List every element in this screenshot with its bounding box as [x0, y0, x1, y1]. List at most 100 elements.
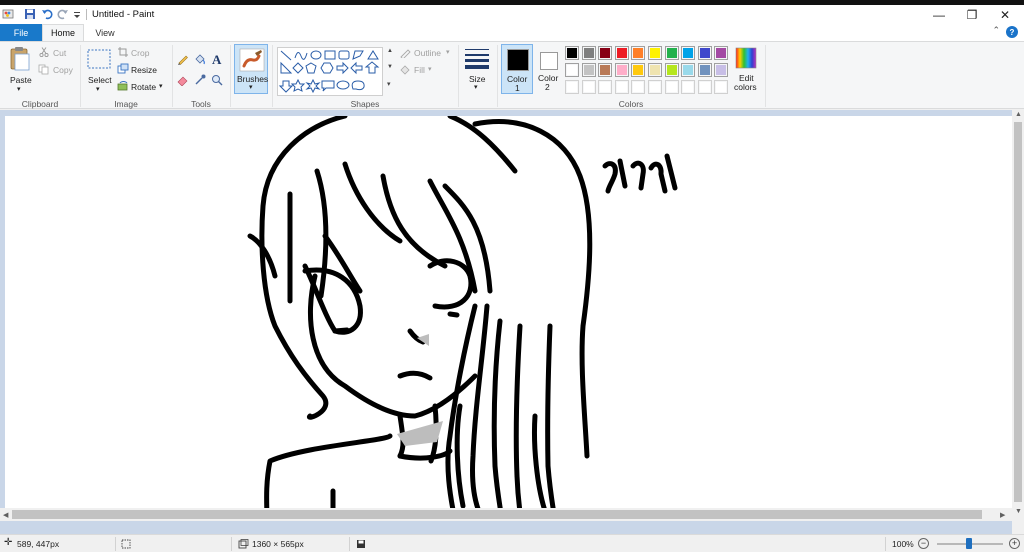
palette-color-swatch[interactable]: [614, 46, 629, 60]
tab-home[interactable]: Home: [42, 24, 84, 41]
select-dropdown-icon[interactable]: ▾: [96, 85, 100, 93]
palette-color-swatch[interactable]: [598, 46, 613, 60]
palette-color-swatch[interactable]: [565, 46, 579, 60]
pencil-icon[interactable]: [177, 53, 189, 65]
eraser-icon[interactable]: [177, 74, 189, 86]
scroll-right-arrow-icon[interactable]: ▶: [1000, 511, 1005, 519]
fill-button[interactable]: Fill: [414, 65, 425, 75]
brushes-button[interactable]: Brushes ▾: [234, 44, 268, 94]
palette-color-swatch[interactable]: [714, 46, 729, 60]
color-picker-icon[interactable]: [194, 74, 206, 86]
vertical-scrollbar[interactable]: ▲ ▼: [1012, 110, 1024, 534]
shapes-more-icon[interactable]: ▾: [387, 80, 391, 88]
palette-color-swatch[interactable]: [614, 63, 629, 77]
resize-button[interactable]: Resize: [131, 65, 157, 75]
vertical-scroll-thumb[interactable]: [1014, 122, 1022, 502]
color-spectrum-icon: [735, 47, 757, 69]
close-button[interactable]: ✕: [988, 5, 1022, 24]
palette-color-swatch[interactable]: [714, 63, 729, 77]
palette-color-swatch[interactable]: [648, 63, 662, 77]
redo-icon[interactable]: [57, 8, 69, 20]
palette-color-swatch[interactable]: [697, 63, 712, 77]
select-icon[interactable]: [87, 49, 111, 69]
color2-number: 2: [545, 82, 550, 92]
zoom-slider-thumb[interactable]: [966, 538, 972, 549]
fill-dropdown-icon[interactable]: ▾: [428, 65, 432, 73]
zoom-out-button[interactable]: −: [918, 538, 929, 549]
custom-color-slot[interactable]: [614, 80, 629, 94]
shapes-gallery[interactable]: [277, 47, 383, 96]
paste-dropdown-icon[interactable]: ▾: [17, 85, 21, 93]
palette-color-swatch[interactable]: [598, 63, 613, 77]
swatch-fill: [616, 65, 627, 75]
swatch-fill: [666, 48, 677, 58]
crop-button[interactable]: Crop: [131, 48, 149, 58]
swatch-fill: [650, 65, 660, 75]
paste-button[interactable]: Paste: [10, 75, 32, 85]
shapes-scroll-down-icon[interactable]: ▼: [387, 64, 393, 70]
palette-color-swatch[interactable]: [664, 63, 679, 77]
drawing-canvas[interactable]: [5, 116, 1012, 520]
shapes-scroll-up-icon[interactable]: ▲: [387, 48, 393, 54]
rotate-dropdown-icon[interactable]: ▾: [159, 82, 163, 90]
undo-icon[interactable]: [41, 8, 53, 20]
text-tool-icon[interactable]: A: [212, 52, 221, 68]
custom-color-slot[interactable]: [664, 80, 679, 94]
palette-color-swatch[interactable]: [631, 63, 646, 77]
swatch-fill: [716, 82, 727, 92]
custom-color-slot[interactable]: [648, 80, 662, 94]
image-group-label: Image: [114, 99, 138, 109]
copy-button[interactable]: Copy: [53, 65, 73, 75]
tab-file[interactable]: File: [0, 24, 42, 41]
brush-icon: [239, 48, 265, 72]
fill-bucket-icon[interactable]: [194, 53, 206, 65]
zoom-in-button[interactable]: +: [1009, 538, 1020, 549]
color1-number: 1: [515, 83, 520, 93]
palette-color-swatch[interactable]: [697, 46, 712, 60]
swatch-fill: [683, 65, 694, 75]
cut-button[interactable]: Cut: [53, 48, 66, 58]
edit-colors-button[interactable]: Edit colors: [731, 44, 761, 94]
collapse-ribbon-icon[interactable]: ⌃: [992, 25, 1000, 36]
color2-button[interactable]: Color 2: [535, 44, 563, 94]
custom-color-slot[interactable]: [565, 80, 579, 94]
custom-color-slot[interactable]: [714, 80, 729, 94]
maximize-button[interactable]: ❐: [955, 5, 989, 24]
scroll-down-arrow-icon[interactable]: ▼: [1015, 508, 1022, 515]
rotate-button[interactable]: Rotate: [131, 82, 156, 92]
outline-button[interactable]: Outline: [414, 48, 441, 58]
palette-color-swatch[interactable]: [565, 63, 579, 77]
magnifier-icon[interactable]: [211, 74, 223, 86]
custom-color-slot[interactable]: [681, 80, 696, 94]
save-icon[interactable]: [24, 8, 36, 20]
size-button[interactable]: Size ▾: [462, 46, 492, 94]
custom-color-slot[interactable]: [697, 80, 712, 94]
palette-color-swatch[interactable]: [581, 46, 596, 60]
tab-view[interactable]: View: [86, 24, 124, 41]
outline-dropdown-icon[interactable]: ▾: [446, 48, 450, 56]
palette-color-swatch[interactable]: [681, 63, 696, 77]
custom-color-slot[interactable]: [581, 80, 596, 94]
help-icon[interactable]: ?: [1006, 26, 1018, 38]
scroll-up-arrow-icon[interactable]: ▲: [1015, 111, 1022, 118]
edit-colors-label-2: colors: [734, 82, 757, 92]
size-dropdown-icon: ▾: [474, 84, 478, 91]
horizontal-scrollbar[interactable]: ◀ ▶: [0, 508, 1012, 521]
clipboard-group-label: Clipboard: [21, 99, 59, 109]
customize-quick-access-icon[interactable]: [73, 8, 81, 20]
palette-color-swatch[interactable]: [681, 46, 696, 60]
palette-color-swatch[interactable]: [664, 46, 679, 60]
palette-color-swatch[interactable]: [581, 63, 596, 77]
swatch-fill: [633, 65, 644, 75]
palette-color-swatch[interactable]: [648, 46, 662, 60]
custom-color-slot[interactable]: [598, 80, 613, 94]
custom-color-slot[interactable]: [631, 80, 646, 94]
file-size-icon: [357, 540, 365, 548]
paste-icon[interactable]: [8, 46, 32, 72]
scroll-left-arrow-icon[interactable]: ◀: [3, 511, 8, 519]
minimize-button[interactable]: —: [922, 5, 956, 24]
palette-color-swatch[interactable]: [631, 46, 646, 60]
select-button[interactable]: Select: [88, 75, 112, 85]
horizontal-scroll-thumb[interactable]: [12, 510, 982, 519]
color1-button[interactable]: Color 1: [501, 44, 533, 94]
